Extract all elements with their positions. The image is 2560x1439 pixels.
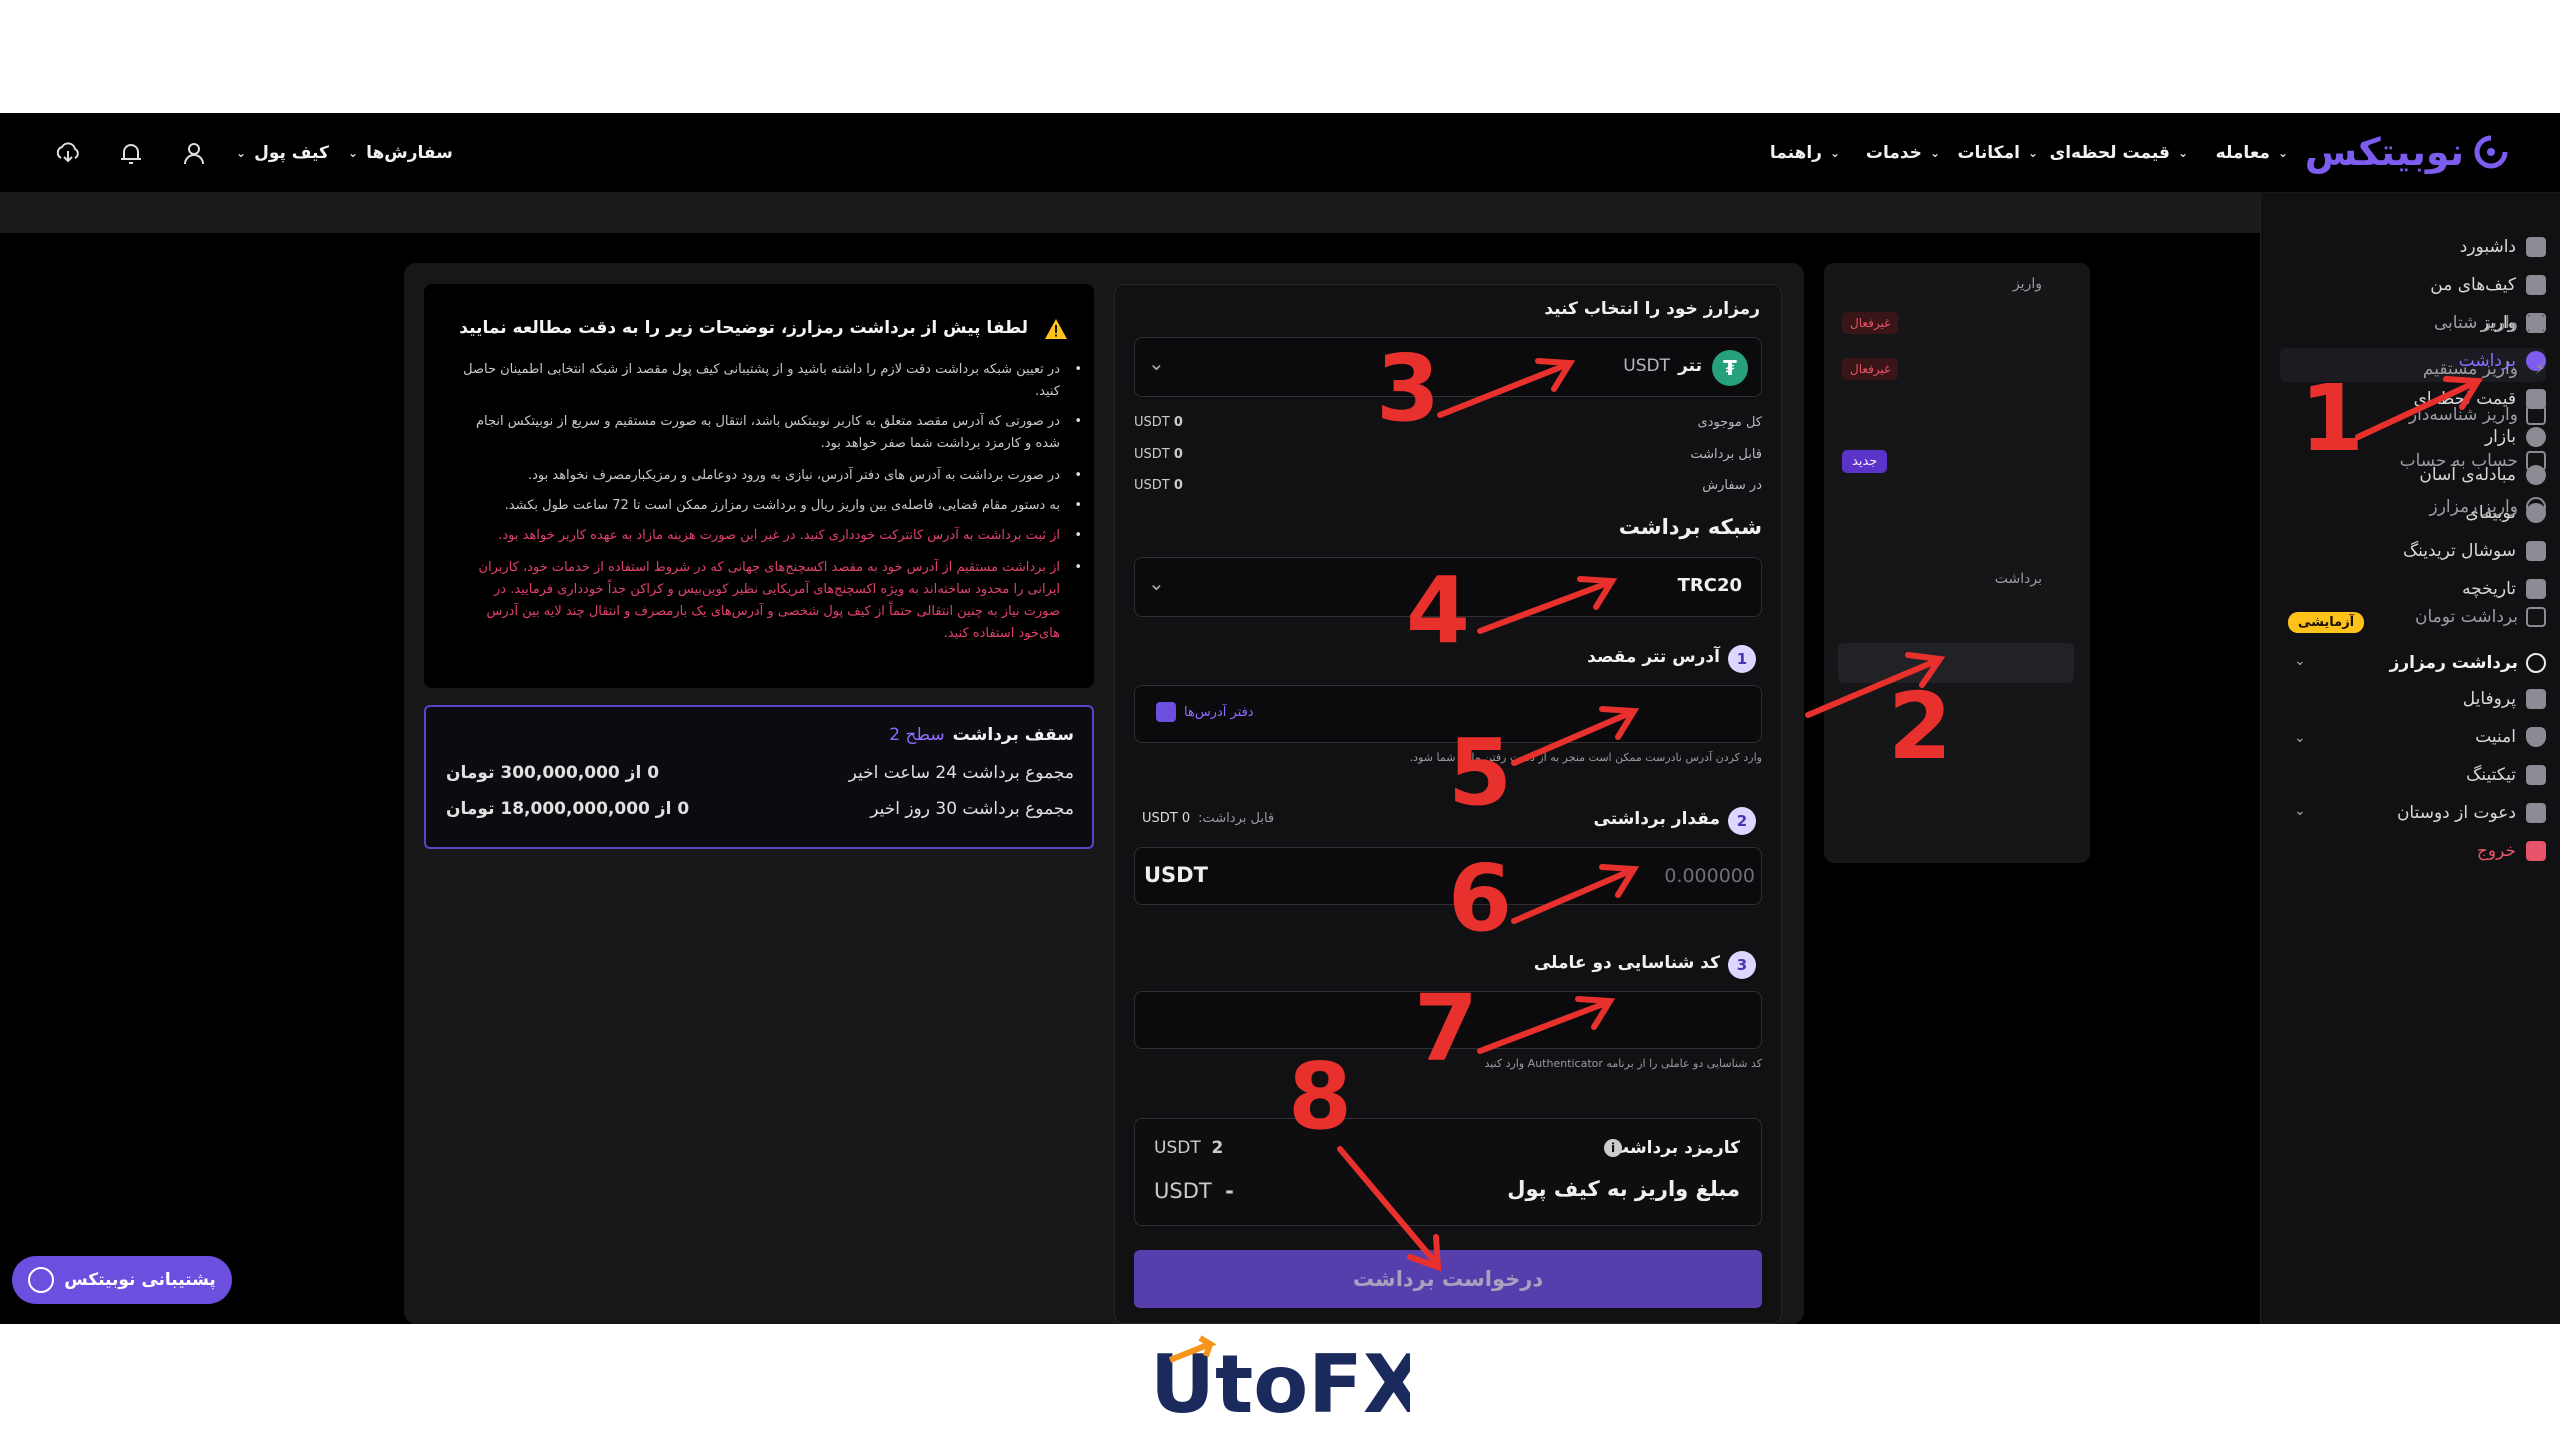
top-blank-band — [0, 0, 2560, 113]
annotation-number-7: 7 — [1414, 975, 1479, 1082]
utofx-logo: UtoFX — [1150, 1335, 1410, 1430]
annotation-number-1: 1 — [2300, 365, 2365, 472]
annotation-arrow-5 — [1511, 710, 1633, 766]
app-window: نوبیتکس معامله ⌄ قیمت لحظه‌ای ⌄ امکانات ⌄ خ… — [0, 113, 2560, 1324]
annotation-number-4: 4 — [1406, 557, 1471, 664]
annotation-number-2: 2 — [1888, 673, 1953, 780]
annotation-number-8: 8 — [1288, 1043, 1353, 1150]
annotation-arrow-8 — [1337, 1146, 1439, 1266]
annotation-number-3: 3 — [1376, 335, 1441, 442]
annotation-arrow-7 — [1477, 1000, 1609, 1054]
annotation-number-6: 6 — [1448, 845, 1513, 952]
annotation-arrows — [1337, 358, 2484, 1272]
annotation-arrow-1 — [2355, 380, 2477, 440]
annotation-arrow-4 — [1477, 580, 1611, 634]
annotation-number-5: 5 — [1448, 719, 1513, 826]
annotation-arrow-6 — [1511, 868, 1633, 924]
annotation-arrow-3 — [1437, 362, 1569, 418]
